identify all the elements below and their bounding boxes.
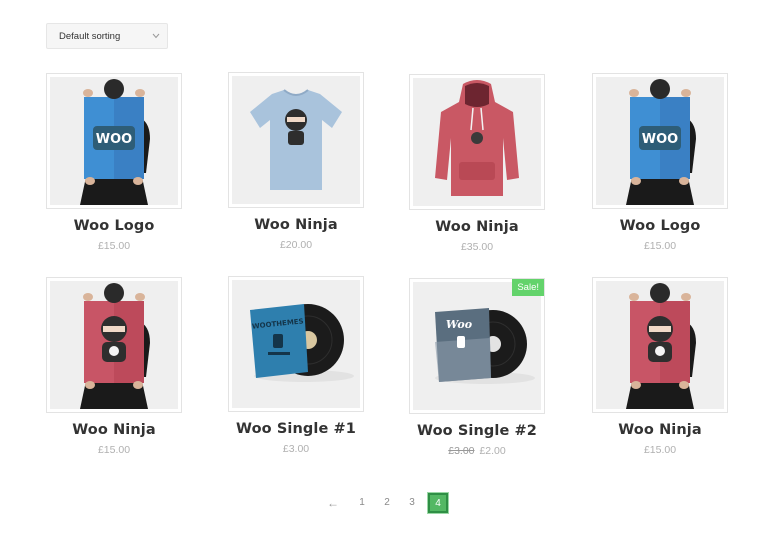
product-card[interactable]: Woo Ninja £20.00 — [228, 72, 364, 251]
product-title[interactable]: Woo Ninja — [409, 219, 545, 235]
current-page: 4 — [427, 492, 449, 514]
pagination: ← 1 2 3 4 — [322, 492, 449, 514]
product-image[interactable]: WOO — [592, 73, 728, 209]
product-card[interactable]: WOOTHEMES Woo Single #1 £3.00 — [228, 276, 364, 455]
album-single-1-image: WOOTHEMES — [250, 304, 354, 382]
price-amount: £15.00 — [97, 240, 131, 252]
product-card[interactable]: WOO Woo Logo £15.00 — [592, 73, 728, 252]
product-image[interactable]: WOO — [46, 73, 182, 209]
chevron-down-icon — [152, 33, 160, 39]
price-amount: £3.00 — [282, 443, 310, 455]
price-amount: £15.00 — [643, 240, 677, 252]
product-price: £15.00 — [46, 240, 182, 252]
hoodie-ninja-image — [435, 80, 519, 196]
product-image[interactable] — [46, 277, 182, 413]
product-price: £15.00 — [592, 444, 728, 456]
price-amount: £15.00 — [643, 444, 677, 456]
svg-text:Woo: Woo — [446, 318, 472, 331]
product-card[interactable]: Woo Ninja £15.00 — [46, 277, 182, 456]
product-card[interactable]: Woo Ninja £15.00 — [592, 277, 728, 456]
price-amount: £35.00 — [460, 241, 494, 253]
product-title[interactable]: Woo Ninja — [228, 217, 364, 233]
product-image[interactable] — [592, 277, 728, 413]
product-image[interactable]: Woo Sale! — [409, 278, 545, 414]
poster-woo-logo-image: WOO — [80, 79, 150, 205]
product-price: £35.00 — [409, 241, 545, 253]
poster-woo-logo-image: WOO — [626, 79, 696, 205]
old-price: £3.00 — [448, 445, 475, 457]
product-title[interactable]: Woo Ninja — [46, 422, 182, 438]
page-link-1[interactable]: 1 — [351, 492, 373, 514]
product-price: £15.00 — [46, 444, 182, 456]
product-price: £3.00 — [228, 443, 364, 455]
product-card[interactable]: Woo Sale! Woo Single #2 £3.00 £2.00 — [409, 278, 545, 457]
page-link-2[interactable]: 2 — [376, 492, 398, 514]
product-image[interactable] — [228, 72, 364, 208]
price-amount: £20.00 — [279, 239, 313, 251]
price-amount: £2.00 — [479, 445, 506, 457]
product-card[interactable]: Woo Ninja £35.00 — [409, 74, 545, 253]
sale-badge: Sale! — [512, 279, 544, 296]
tshirt-ninja-image — [250, 89, 342, 190]
product-price: £15.00 — [592, 240, 728, 252]
prev-page-link[interactable]: ← — [322, 492, 344, 514]
product-price: £3.00 £2.00 — [409, 445, 545, 457]
product-image[interactable]: WOOTHEMES — [228, 276, 364, 412]
sorting-selected-label: Default sorting — [59, 30, 121, 42]
album-single-2-image: Woo — [435, 308, 535, 384]
product-title[interactable]: Woo Logo — [592, 218, 728, 234]
product-title[interactable]: Woo Single #1 — [228, 421, 364, 437]
price-amount: £15.00 — [97, 444, 131, 456]
product-price: £20.00 — [228, 239, 364, 251]
product-card[interactable]: WOO Woo Logo £15.00 — [46, 73, 182, 252]
svg-text:WOO: WOO — [96, 132, 132, 147]
poster-ninja-image — [626, 283, 696, 409]
product-image[interactable] — [409, 74, 545, 210]
product-title[interactable]: Woo Ninja — [592, 422, 728, 438]
svg-text:WOO: WOO — [642, 132, 678, 147]
page-link-3[interactable]: 3 — [401, 492, 423, 514]
product-title[interactable]: Woo Single #2 — [409, 423, 545, 439]
product-title[interactable]: Woo Logo — [46, 218, 182, 234]
sorting-select[interactable]: Default sorting — [46, 23, 168, 49]
poster-ninja-image — [80, 283, 150, 409]
